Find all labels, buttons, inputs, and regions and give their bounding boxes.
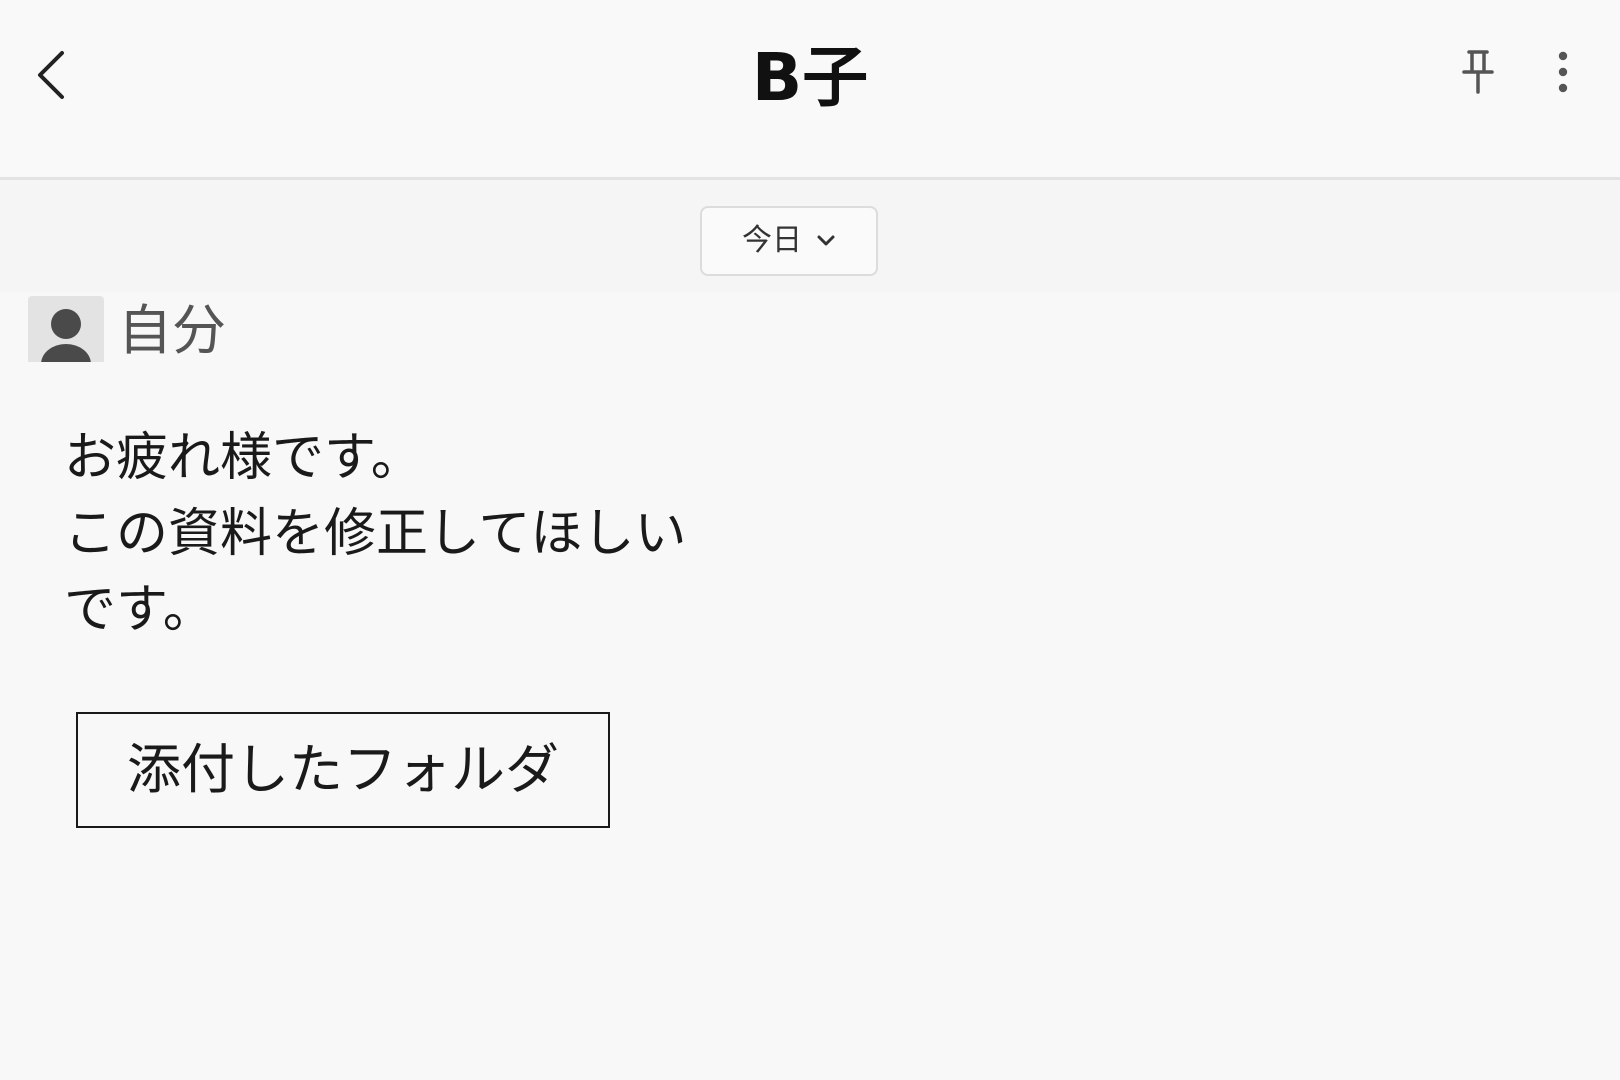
message-line: この資料を修正してほしい bbox=[64, 504, 687, 564]
sender-name: 自分 bbox=[118, 299, 226, 362]
user-avatar-icon bbox=[41, 309, 91, 362]
pin-button[interactable] bbox=[1456, 46, 1500, 98]
sender-avatar[interactable] bbox=[28, 296, 104, 362]
date-filter-button[interactable]: 今日 bbox=[700, 206, 878, 276]
more-vertical-icon bbox=[1558, 51, 1568, 93]
date-label: 今日 bbox=[742, 223, 802, 258]
attached-folder-label: 添付したフォルダ bbox=[127, 738, 559, 801]
pin-icon bbox=[1462, 50, 1494, 94]
more-options-button[interactable] bbox=[1548, 46, 1578, 98]
chat-header: B子 bbox=[0, 0, 1620, 180]
message-line: です。 bbox=[64, 580, 215, 640]
chevron-down-icon bbox=[817, 235, 835, 246]
attached-folder-button[interactable]: 添付したフォルダ bbox=[76, 712, 610, 828]
message-body: お疲れ様です。 この資料を修正してほしい です。 bbox=[64, 420, 764, 648]
chat-title: B子 bbox=[751, 39, 869, 116]
message-line: お疲れ様です。 bbox=[64, 428, 423, 488]
